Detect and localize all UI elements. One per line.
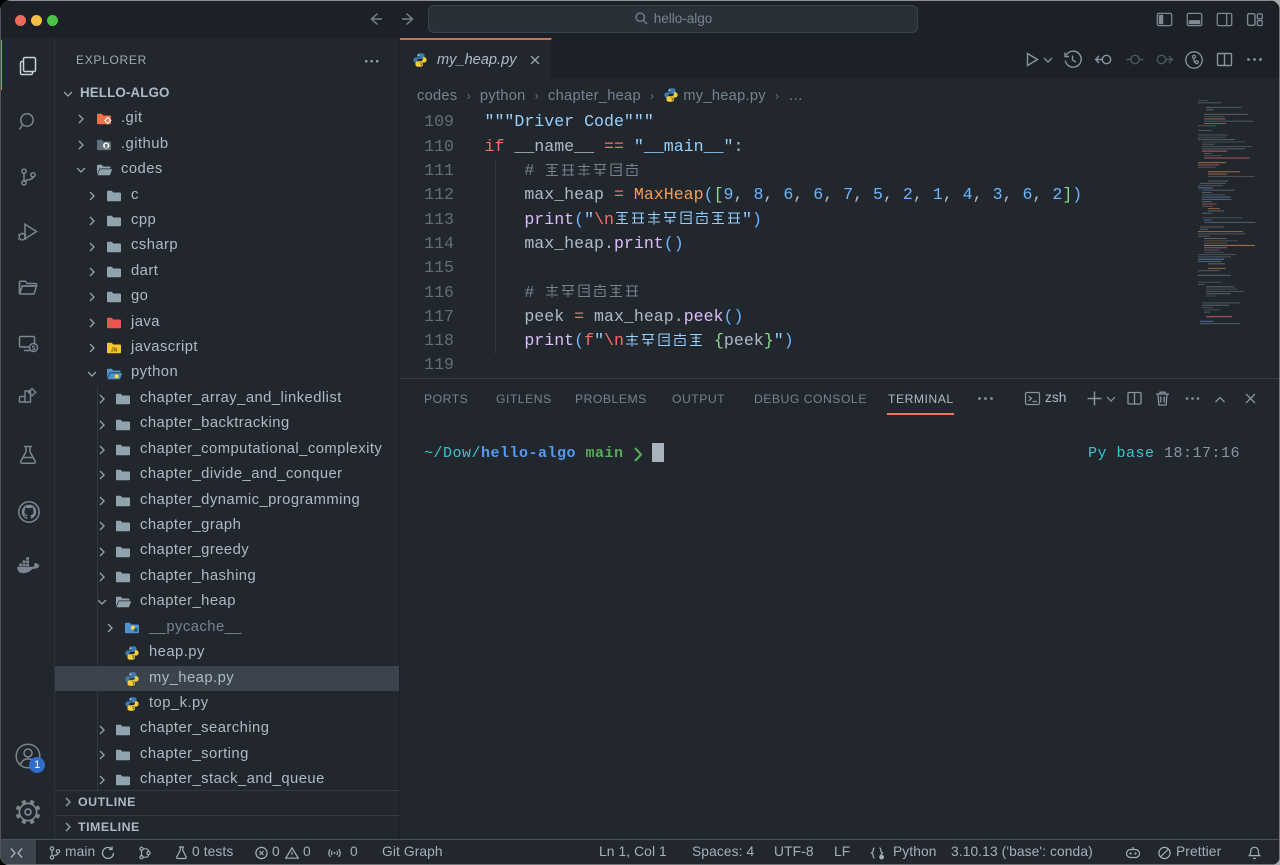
svg-text:JS: JS [111, 348, 118, 354]
